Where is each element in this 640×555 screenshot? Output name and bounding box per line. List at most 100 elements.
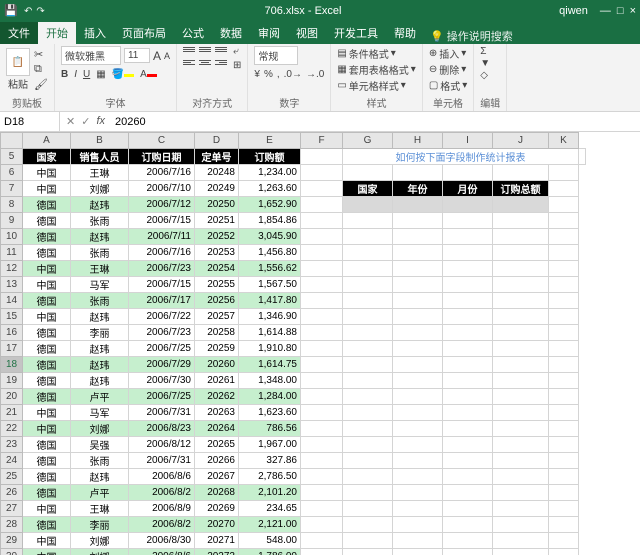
cell[interactable]: 2006/8/6 — [129, 549, 195, 555]
cell[interactable]: 1,234.00 — [239, 165, 301, 181]
cell[interactable]: 中国 — [23, 277, 71, 293]
redo-icon[interactable]: ↷ — [36, 6, 44, 17]
cell[interactable]: 1,967.00 — [239, 437, 301, 453]
cell[interactable]: 中国 — [23, 165, 71, 181]
row-header[interactable]: 26 — [1, 485, 23, 501]
col-header-D[interactable]: D — [195, 133, 239, 149]
cell[interactable]: 20266 — [195, 453, 239, 469]
cell[interactable]: 中国 — [23, 181, 71, 197]
cell[interactable]: 赵玮 — [71, 197, 129, 213]
cell[interactable]: 赵玮 — [71, 309, 129, 325]
cut-icon[interactable]: ✂ — [34, 48, 48, 61]
account-name[interactable]: qiwen — [559, 5, 588, 17]
align-bottom-icon[interactable] — [215, 47, 227, 57]
col-header-K[interactable]: K — [549, 133, 579, 149]
merge-icon[interactable]: ⊞ — [233, 60, 241, 71]
wrap-text-icon[interactable]: ⤶ — [233, 46, 241, 57]
cell[interactable]: 马军 — [71, 277, 129, 293]
increase-font-icon[interactable]: A — [153, 49, 161, 63]
col-header-I[interactable]: I — [443, 133, 493, 149]
cell[interactable]: 20252 — [195, 229, 239, 245]
cell-styles-button[interactable]: ▭单元格样式▾ — [337, 78, 415, 93]
clear-icon[interactable]: ◇ — [480, 70, 500, 81]
table-header[interactable]: 国家 — [23, 149, 71, 165]
cell[interactable]: 王琳 — [71, 501, 129, 517]
cell[interactable]: 1,854.86 — [239, 213, 301, 229]
table-header[interactable]: 订购日期 — [129, 149, 195, 165]
cell[interactable]: 德国 — [23, 229, 71, 245]
cell[interactable]: 1,284.00 — [239, 389, 301, 405]
row-header[interactable]: 29 — [1, 533, 23, 549]
cell[interactable]: 德国 — [23, 341, 71, 357]
font-color-icon[interactable]: A — [140, 69, 157, 80]
font-name-select[interactable]: 微软雅黑 — [61, 46, 121, 65]
cell[interactable]: 2006/7/30 — [129, 373, 195, 389]
tab-插入[interactable]: 插入 — [76, 22, 114, 44]
cell[interactable]: 刘娜 — [71, 549, 129, 555]
cell[interactable]: 2006/7/25 — [129, 389, 195, 405]
tab-公式[interactable]: 公式 — [174, 22, 212, 44]
col-header-J[interactable]: J — [493, 133, 549, 149]
cell[interactable]: 3,045.90 — [239, 229, 301, 245]
cell[interactable]: 2006/7/15 — [129, 277, 195, 293]
decrease-font-icon[interactable]: A — [164, 51, 170, 61]
cell[interactable]: 20256 — [195, 293, 239, 309]
tab-开发工具[interactable]: 开发工具 — [326, 22, 386, 44]
row-header[interactable]: 12 — [1, 261, 23, 277]
cell[interactable]: 1,348.00 — [239, 373, 301, 389]
row-header[interactable]: 27 — [1, 501, 23, 517]
border-icon[interactable]: ▦ — [96, 69, 105, 80]
conditional-format-button[interactable]: ▤条件格式▾ — [337, 46, 415, 61]
cell[interactable]: 1,417.80 — [239, 293, 301, 309]
cell[interactable]: 20251 — [195, 213, 239, 229]
cell[interactable]: 20263 — [195, 405, 239, 421]
cell[interactable]: 1,556.62 — [239, 261, 301, 277]
cell[interactable]: 张雨 — [71, 245, 129, 261]
cell[interactable]: 1,623.60 — [239, 405, 301, 421]
cell[interactable]: 327.86 — [239, 453, 301, 469]
cell[interactable]: 王琳 — [71, 261, 129, 277]
row-header[interactable]: 28 — [1, 517, 23, 533]
format-as-table-button[interactable]: ▦套用表格格式▾ — [337, 62, 415, 77]
paste-button[interactable]: 📋 粘贴 — [6, 48, 30, 91]
cell[interactable]: 20271 — [195, 533, 239, 549]
row-header[interactable]: 25 — [1, 469, 23, 485]
cell[interactable]: 20261 — [195, 373, 239, 389]
table-header[interactable]: 订购额 — [239, 149, 301, 165]
cell[interactable]: 20257 — [195, 309, 239, 325]
delete-cells-button[interactable]: ⊖删除▾ — [429, 62, 467, 77]
cell[interactable]: 1,567.50 — [239, 277, 301, 293]
cell[interactable]: 2006/7/16 — [129, 165, 195, 181]
format-cells-button[interactable]: ▢格式▾ — [429, 78, 467, 93]
bold-button[interactable]: B — [61, 69, 68, 80]
cell[interactable]: 2006/7/15 — [129, 213, 195, 229]
cell[interactable]: 1,346.90 — [239, 309, 301, 325]
cell[interactable]: 1,614.88 — [239, 325, 301, 341]
cell[interactable]: 德国 — [23, 325, 71, 341]
cell[interactable]: 中国 — [23, 501, 71, 517]
cell[interactable]: 2006/8/6 — [129, 469, 195, 485]
cell[interactable]: 德国 — [23, 373, 71, 389]
align-left-icon[interactable] — [183, 60, 195, 70]
cell[interactable]: 1,786.00 — [239, 549, 301, 555]
cell[interactable]: 2006/7/11 — [129, 229, 195, 245]
cancel-formula-icon[interactable]: ✕ — [66, 115, 75, 128]
italic-button[interactable]: I — [74, 69, 77, 80]
name-box[interactable]: D18 — [0, 112, 60, 131]
cell[interactable]: 刘娜 — [71, 181, 129, 197]
cell[interactable]: 马军 — [71, 405, 129, 421]
col-header-E[interactable]: E — [239, 133, 301, 149]
row-header[interactable]: 15 — [1, 309, 23, 325]
row-header[interactable]: 20 — [1, 389, 23, 405]
cell[interactable]: 2006/7/17 — [129, 293, 195, 309]
cell[interactable]: 234.65 — [239, 501, 301, 517]
tab-file[interactable]: 文件 — [0, 22, 38, 44]
cell[interactable]: 2006/7/23 — [129, 325, 195, 341]
cell[interactable]: 548.00 — [239, 533, 301, 549]
cell[interactable]: 2006/7/16 — [129, 245, 195, 261]
cell[interactable]: 1,263.60 — [239, 181, 301, 197]
decrease-decimal-icon[interactable]: →.0 — [306, 69, 324, 80]
cell[interactable]: 2006/7/22 — [129, 309, 195, 325]
row-header[interactable]: 16 — [1, 325, 23, 341]
table-header[interactable]: 定单号 — [195, 149, 239, 165]
